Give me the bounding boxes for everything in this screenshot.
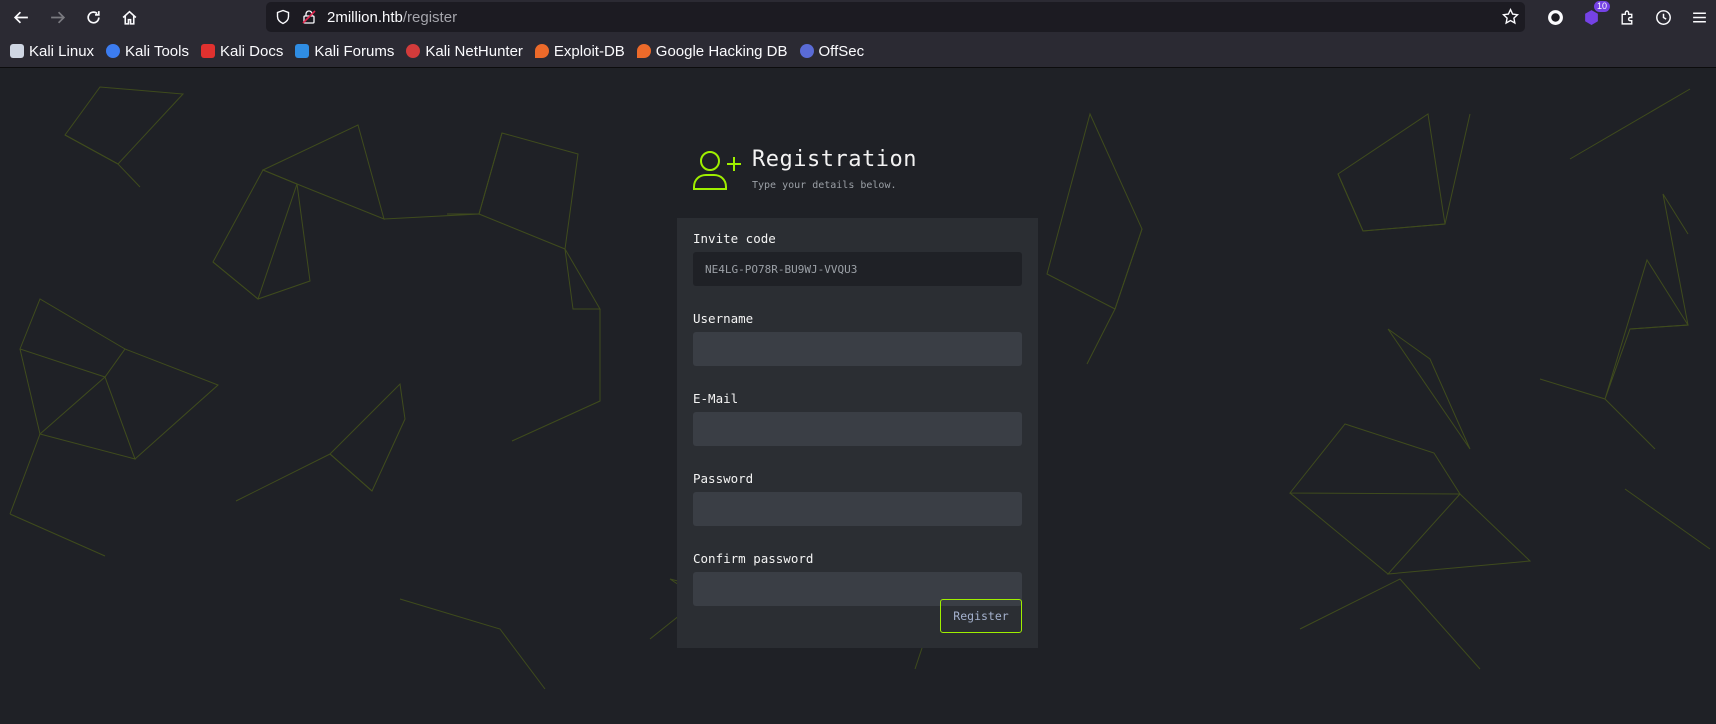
bookmark-kali-forums[interactable]: Kali Forums xyxy=(295,43,394,60)
page-title: Registration xyxy=(752,147,917,172)
menu-button[interactable] xyxy=(1684,3,1714,33)
clock-icon xyxy=(1655,10,1671,25)
home-button[interactable] xyxy=(114,3,144,33)
bookmark-label: Kali Forums xyxy=(314,42,395,60)
hamburger-menu-icon xyxy=(1692,12,1706,23)
title-wrap: Registration Type your details below. xyxy=(752,147,917,191)
exploit-db-icon xyxy=(534,44,549,58)
reload-icon xyxy=(86,11,100,24)
password-label: Password xyxy=(693,471,754,486)
offsec-icon xyxy=(799,44,814,58)
email-field[interactable] xyxy=(693,412,1022,446)
arrow-left-icon xyxy=(13,11,28,24)
arrow-right-icon xyxy=(50,11,65,24)
bookmark-kali-tools[interactable]: Kali Tools xyxy=(106,43,189,60)
bookmark-star-icon[interactable] xyxy=(1502,8,1519,25)
toolbar-right-icons: 10 xyxy=(1536,0,1716,35)
email-label: E-Mail xyxy=(693,391,739,406)
insecure-lock-icon[interactable] xyxy=(301,9,317,25)
page-subtitle: Type your details below. xyxy=(752,180,897,191)
extension-badge: 10 xyxy=(1593,0,1610,12)
bookmark-label: Kali Linux xyxy=(29,42,95,60)
invite-code-field[interactable] xyxy=(693,252,1022,286)
home-icon xyxy=(122,10,136,25)
reload-button[interactable] xyxy=(78,3,108,33)
add-user-icon xyxy=(690,147,746,199)
bookmark-kali-nethunter[interactable]: Kali NetHunter xyxy=(406,43,523,60)
password-field[interactable] xyxy=(693,492,1022,526)
puzzle-cube-icon xyxy=(1584,10,1598,25)
bookmark-offsec[interactable]: OffSec xyxy=(799,42,865,60)
invite-code-label: Invite code xyxy=(693,231,776,246)
kali-forums-icon xyxy=(295,44,310,58)
extensions-button[interactable] xyxy=(1612,3,1642,33)
bookmark-label: Kali Tools xyxy=(125,42,189,60)
circle-extension-icon xyxy=(1547,10,1563,25)
bookmark-ghdb[interactable]: Google Hacking DB xyxy=(636,42,788,60)
bookmark-label: Exploit-DB xyxy=(553,42,625,60)
url-bar[interactable]: 2million.htb/register xyxy=(266,2,1525,32)
bookmark-label: Kali NetHunter xyxy=(425,42,523,60)
kali-tools-icon xyxy=(106,44,121,58)
bookmark-kali-docs[interactable]: Kali Docs xyxy=(200,42,284,60)
kali-docs-icon xyxy=(200,44,215,58)
bookmark-label: Google Hacking DB xyxy=(655,42,788,60)
registration-header: Registration Type your details below. xyxy=(690,147,917,199)
url-path: /register xyxy=(402,8,458,26)
username-label: Username xyxy=(693,311,754,326)
puzzle-icon xyxy=(1620,10,1632,25)
forward-button[interactable] xyxy=(42,3,72,33)
extension-button[interactable] xyxy=(1540,3,1570,33)
registration-form: Invite code Username E-Mail Password Con… xyxy=(677,218,1038,648)
ghdb-icon xyxy=(636,44,651,58)
registration-page: Registration Type your details below. In… xyxy=(0,69,1716,724)
register-button[interactable]: Register xyxy=(940,599,1022,633)
extension-badge-button[interactable]: 10 xyxy=(1576,0,1610,33)
confirm-password-label: Confirm password xyxy=(693,551,814,566)
username-field[interactable] xyxy=(693,332,1022,366)
back-button[interactable] xyxy=(6,3,36,33)
bookmark-label: OffSec xyxy=(818,42,865,60)
url-text[interactable]: 2million.htb/register xyxy=(327,9,457,26)
browser-toolbar: 2million.htb/register 10 xyxy=(0,0,1716,35)
bookmarks-toolbar: Kali Linux Kali Tools Kali Docs Kali For… xyxy=(0,35,1716,68)
bookmark-exploit-db[interactable]: Exploit-DB xyxy=(534,42,625,60)
bookmark-label: Kali Docs xyxy=(219,42,284,60)
url-host: 2million.htb xyxy=(327,8,403,26)
bookmark-kali-linux[interactable]: Kali Linux xyxy=(10,43,94,60)
kali-dragon-icon xyxy=(10,44,24,58)
nethunter-icon xyxy=(406,44,421,58)
shield-icon[interactable] xyxy=(275,9,291,25)
history-button[interactable] xyxy=(1648,3,1678,33)
